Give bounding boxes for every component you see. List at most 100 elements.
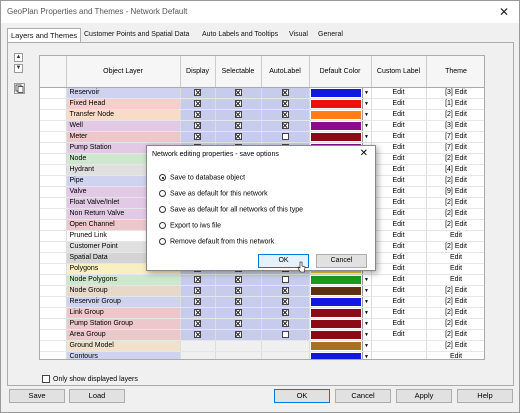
color-dropdown-icon[interactable]: ▼	[361, 98, 370, 108]
tab-visual[interactable]: Visual	[286, 29, 311, 42]
row-header[interactable]	[40, 175, 67, 187]
apply-button[interactable]: Apply	[396, 389, 452, 403]
custom-label-edit[interactable]: Edit	[371, 164, 427, 176]
custom-label-edit[interactable]: Edit	[371, 274, 427, 286]
dialog-close-icon[interactable]: ✕	[360, 148, 368, 159]
row-header[interactable]	[40, 252, 67, 264]
color-swatch[interactable]	[310, 110, 361, 119]
color-dropdown-icon[interactable]: ▼	[361, 109, 370, 119]
default-color-cell[interactable]: ▼	[309, 87, 372, 99]
color-dropdown-icon[interactable]: ▼	[361, 87, 370, 97]
radio-button-icon[interactable]	[159, 206, 166, 213]
default-color-cell[interactable]: ▼	[309, 120, 372, 132]
show-displayed-checkbox[interactable]: Only show displayed layers	[42, 375, 138, 383]
custom-label-edit[interactable]: Edit	[371, 120, 427, 132]
row-header[interactable]	[40, 230, 67, 242]
row-header[interactable]	[40, 197, 67, 209]
row-header[interactable]	[40, 241, 67, 253]
ok-button[interactable]: OK	[274, 389, 330, 403]
custom-label-edit[interactable]: Edit	[371, 219, 427, 231]
color-dropdown-icon[interactable]: ▼	[361, 120, 370, 130]
row-header[interactable]	[40, 131, 67, 143]
table-row[interactable]: Area Group ▼ Edit [2] Edit	[40, 329, 484, 341]
theme-edit[interactable]: Edit	[426, 351, 484, 359]
color-dropdown-icon[interactable]: ▼	[361, 329, 370, 339]
autolabel-checkbox[interactable]	[281, 99, 289, 107]
selectable-checkbox[interactable]	[234, 121, 242, 129]
autolabel-checkbox[interactable]	[281, 297, 289, 305]
custom-label-edit[interactable]: Edit	[371, 329, 427, 341]
row-header[interactable]	[40, 351, 67, 359]
theme-edit[interactable]: [7] Edit	[426, 131, 484, 143]
radio-button-icon[interactable]	[159, 222, 166, 229]
display-checkbox[interactable]	[194, 286, 201, 294]
load-button[interactable]: Load	[69, 389, 125, 403]
display-checkbox[interactable]	[194, 110, 201, 118]
row-header[interactable]	[40, 307, 67, 319]
table-row[interactable]: Meter ▼ Edit [7] Edit	[40, 131, 484, 143]
theme-edit[interactable]: [2] Edit	[426, 109, 484, 121]
tab-auto-labels[interactable]: Auto Labels and Tooltips	[199, 29, 281, 42]
color-swatch[interactable]	[310, 132, 361, 141]
theme-edit[interactable]: [2] Edit	[426, 175, 484, 187]
color-swatch[interactable]	[310, 121, 361, 130]
display-checkbox[interactable]	[194, 99, 201, 107]
row-header[interactable]	[40, 120, 67, 132]
radio-button-icon[interactable]	[159, 238, 166, 245]
table-row[interactable]: Contours ▼ Edit	[40, 351, 484, 359]
theme-edit[interactable]: [2] Edit	[426, 153, 484, 165]
dialog-cancel-button[interactable]: Cancel	[316, 254, 367, 268]
theme-edit[interactable]: Edit	[426, 263, 484, 275]
header-custom-label[interactable]: Custom Label	[371, 56, 427, 88]
display-checkbox[interactable]	[194, 132, 201, 140]
row-header[interactable]	[40, 296, 67, 308]
header-theme[interactable]: Theme	[426, 56, 484, 88]
table-row[interactable]: Fixed Head ▼ Edit [1] Edit	[40, 98, 484, 110]
color-swatch[interactable]	[310, 330, 361, 339]
custom-label-edit[interactable]: Edit	[371, 109, 427, 121]
color-swatch[interactable]	[310, 308, 361, 317]
autolabel-checkbox[interactable]	[281, 132, 289, 140]
color-dropdown-icon[interactable]: ▼	[361, 285, 370, 295]
display-checkbox[interactable]	[194, 121, 201, 129]
autolabel-checkbox[interactable]	[281, 88, 289, 96]
custom-label-edit[interactable]: Edit	[371, 241, 427, 253]
color-swatch[interactable]	[310, 297, 361, 306]
selectable-checkbox[interactable]	[234, 88, 242, 96]
table-row[interactable]: Reservoir Group ▼ Edit [2] Edit	[40, 296, 484, 308]
table-row[interactable]: Transfer Node ▼ Edit [2] Edit	[40, 109, 484, 121]
row-header[interactable]	[40, 274, 67, 286]
move-down-button[interactable]: ▼	[14, 64, 23, 73]
selectable-checkbox[interactable]	[234, 319, 242, 327]
theme-edit[interactable]: Edit	[426, 252, 484, 264]
tab-layers-and-themes[interactable]: Layers and Themes	[7, 28, 82, 43]
default-color-cell[interactable]: ▼	[309, 329, 372, 341]
theme-edit[interactable]: Edit	[426, 230, 484, 242]
theme-edit[interactable]: [2] Edit	[426, 241, 484, 253]
theme-edit[interactable]: [2] Edit	[426, 208, 484, 220]
theme-edit[interactable]: [2] Edit	[426, 296, 484, 308]
save-option-radio[interactable]: Save as default for all networks of this…	[159, 206, 303, 213]
save-option-radio[interactable]: Save to database object	[159, 174, 245, 181]
color-swatch[interactable]	[310, 88, 361, 97]
table-row[interactable]: Reservoir ▼ Edit [3] Edit	[40, 87, 484, 99]
color-dropdown-icon[interactable]: ▼	[361, 318, 370, 328]
custom-label-edit[interactable]: Edit	[371, 296, 427, 308]
custom-label-edit[interactable]: Edit	[371, 230, 427, 242]
selectable-checkbox[interactable]	[234, 110, 242, 118]
header-default-color[interactable]: Default Color	[309, 56, 372, 88]
header-autolabel[interactable]: AutoLabel	[261, 56, 310, 88]
help-button[interactable]: Help	[457, 389, 513, 403]
move-up-button[interactable]: ▲	[14, 53, 23, 62]
theme-edit[interactable]: [2] Edit	[426, 340, 484, 352]
default-color-cell[interactable]: ▼	[309, 274, 372, 286]
color-dropdown-icon[interactable]: ▼	[361, 307, 370, 317]
save-option-radio[interactable]: Export to iws file	[159, 222, 221, 229]
default-color-cell[interactable]: ▼	[309, 318, 372, 330]
default-color-cell[interactable]: ▼	[309, 285, 372, 297]
theme-edit[interactable]: [2] Edit	[426, 285, 484, 297]
theme-edit[interactable]: [9] Edit	[426, 186, 484, 198]
default-color-cell[interactable]: ▼	[309, 109, 372, 121]
table-row[interactable]: Link Group ▼ Edit [2] Edit	[40, 307, 484, 319]
theme-edit[interactable]: [3] Edit	[426, 120, 484, 132]
